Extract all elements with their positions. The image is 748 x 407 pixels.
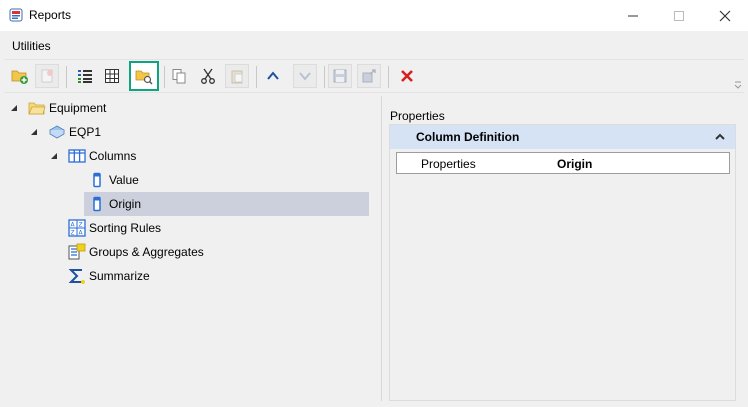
tree-node-label: Groups & Aggregates bbox=[89, 245, 204, 259]
tree-node-label: Summarize bbox=[89, 269, 150, 283]
toolbar bbox=[4, 59, 744, 93]
database-icon bbox=[48, 123, 66, 141]
maximize-icon bbox=[674, 10, 684, 21]
toolbar-separator bbox=[164, 66, 165, 88]
move-down-button[interactable] bbox=[293, 64, 317, 88]
title-bar: Reports bbox=[0, 0, 748, 31]
delete-button[interactable] bbox=[395, 64, 419, 88]
toolbar-separator bbox=[324, 66, 325, 88]
save-icon bbox=[333, 69, 347, 83]
property-key: Properties bbox=[421, 157, 476, 171]
collapse-arrow-icon[interactable] bbox=[9, 103, 19, 113]
delete-icon bbox=[401, 70, 413, 82]
list-view-icon bbox=[78, 70, 92, 83]
tree-node-label: Equipment bbox=[49, 101, 107, 115]
export-icon bbox=[362, 69, 376, 83]
minimize-icon bbox=[628, 15, 638, 16]
new-report-button[interactable] bbox=[35, 64, 59, 88]
paste-button[interactable] bbox=[225, 64, 249, 88]
toolbar-separator bbox=[66, 66, 67, 88]
menu-bar: Utilities bbox=[0, 31, 748, 59]
tree-node-origin[interactable]: Origin bbox=[84, 192, 369, 216]
toolbar-separator bbox=[256, 66, 257, 88]
move-down-icon bbox=[299, 72, 311, 81]
folder-search-button[interactable] bbox=[129, 61, 159, 91]
app-icon bbox=[9, 8, 23, 22]
tree-node-equipment[interactable]: Equipment bbox=[0, 96, 370, 120]
tree-node-label: Sorting Rules bbox=[89, 221, 162, 235]
cut-button[interactable] bbox=[196, 64, 220, 88]
sort-icon: AZZA bbox=[68, 219, 86, 237]
close-icon bbox=[719, 10, 731, 21]
column-definition-header[interactable]: Column Definition bbox=[390, 125, 735, 149]
sigma-icon bbox=[68, 267, 86, 285]
collapse-arrow-icon[interactable] bbox=[29, 127, 39, 137]
column-icon bbox=[88, 195, 106, 213]
copy-icon bbox=[172, 69, 186, 84]
tree-node-summarize[interactable]: Summarize bbox=[0, 264, 370, 288]
report-icon bbox=[41, 69, 53, 83]
window-title: Reports bbox=[29, 8, 72, 22]
toolbar-overflow-icon[interactable] bbox=[734, 78, 742, 89]
column-icon bbox=[88, 171, 106, 189]
add-folder-button[interactable] bbox=[8, 64, 32, 88]
move-up-icon bbox=[267, 71, 279, 80]
add-folder-icon bbox=[11, 70, 28, 84]
toolbar-separator bbox=[388, 66, 389, 88]
collapse-up-icon[interactable] bbox=[713, 130, 727, 144]
panel-splitter[interactable] bbox=[381, 96, 382, 401]
tree-node-eqp1[interactable]: EQP1 bbox=[0, 120, 370, 144]
menu-utilities[interactable]: Utilities bbox=[12, 39, 51, 53]
tree-node-label: Columns bbox=[89, 149, 137, 163]
cut-icon bbox=[201, 68, 215, 84]
property-value: Origin bbox=[557, 157, 593, 171]
tree-node-label: Value bbox=[109, 173, 139, 187]
move-up-button[interactable] bbox=[261, 64, 285, 88]
report-tree: Equipment EQP1 Columns Value Origin A Z … bbox=[0, 96, 376, 407]
close-button[interactable] bbox=[702, 0, 748, 31]
save-button[interactable] bbox=[328, 64, 352, 88]
folder-search-icon bbox=[135, 70, 153, 85]
copy-button[interactable] bbox=[167, 64, 191, 88]
folder-icon bbox=[28, 99, 46, 117]
svg-text:Z: Z bbox=[79, 222, 83, 229]
tree-node-groups-aggregates[interactable]: Groups & Aggregates bbox=[0, 240, 370, 264]
tree-node-sorting-rules[interactable]: AZZA Sorting Rules bbox=[0, 216, 370, 240]
svg-text:Z: Z bbox=[71, 230, 75, 237]
tree-node-label: Origin bbox=[109, 197, 142, 211]
export-button[interactable] bbox=[357, 64, 381, 88]
collapse-arrow-icon[interactable] bbox=[49, 151, 59, 161]
columns-icon bbox=[68, 147, 86, 165]
grid-button[interactable] bbox=[100, 64, 124, 88]
group-icon bbox=[68, 243, 86, 261]
section-title: Column Definition bbox=[416, 130, 520, 144]
tree-node-columns[interactable]: Columns bbox=[0, 144, 370, 168]
list-view-button[interactable] bbox=[73, 64, 97, 88]
paste-icon bbox=[231, 70, 243, 84]
tree-node-value[interactable]: Value bbox=[0, 168, 370, 192]
properties-panel: Column Definition Properties Origin bbox=[389, 124, 736, 401]
minimize-button[interactable] bbox=[610, 0, 656, 31]
tree-node-label: EQP1 bbox=[69, 125, 102, 139]
maximize-button[interactable] bbox=[656, 0, 702, 31]
property-row[interactable]: Properties Origin bbox=[396, 152, 730, 174]
grid-icon bbox=[105, 69, 119, 83]
properties-panel-title: Properties bbox=[390, 109, 445, 123]
